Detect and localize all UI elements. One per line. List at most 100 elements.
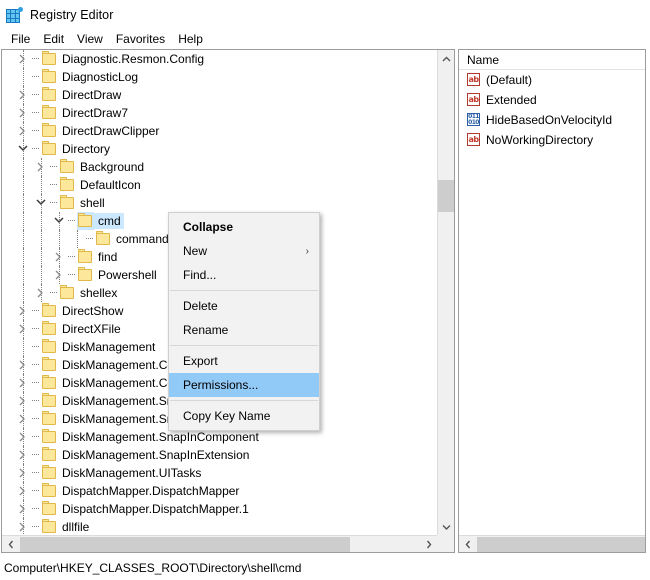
tree-item-shell[interactable]: shell bbox=[2, 194, 436, 212]
chevron-right-icon[interactable] bbox=[15, 446, 31, 464]
chevron-down-icon[interactable] bbox=[33, 194, 49, 212]
tree-connector bbox=[31, 50, 41, 68]
tree-item-dispatchmapper-dispatchmapper[interactable]: DispatchMapper.DispatchMapper bbox=[2, 482, 436, 500]
registry-editor-icon bbox=[6, 7, 23, 23]
values-hscroll-thumb[interactable] bbox=[477, 537, 645, 552]
context-menu-item-label: Rename bbox=[183, 323, 229, 337]
tree-item-dispatchmapper-dispatchmapper-1[interactable]: DispatchMapper.DispatchMapper.1 bbox=[2, 500, 436, 518]
context-menu-item-new[interactable]: New › bbox=[169, 239, 319, 263]
chevron-down-icon[interactable] bbox=[51, 212, 67, 230]
registry-values-list[interactable]: ab (Default) ab Extended 011 010 HideBasedOnVe… bbox=[459, 70, 645, 150]
tree-connector bbox=[67, 248, 77, 266]
tree-leaf-spacer bbox=[15, 68, 31, 86]
menu-file[interactable]: File bbox=[6, 31, 38, 48]
tree-item-label: DiskManagement.SnapInComponent bbox=[62, 430, 259, 444]
tree-item-dllfile[interactable]: dllfile bbox=[2, 518, 436, 535]
tree-item-directdraw7[interactable]: DirectDraw7 bbox=[2, 104, 436, 122]
tree-item-label: find bbox=[98, 250, 118, 264]
scroll-right-icon[interactable] bbox=[420, 536, 437, 552]
chevron-right-icon[interactable] bbox=[51, 248, 67, 266]
chevron-right-icon[interactable] bbox=[33, 284, 49, 302]
tree-item-diskmanagement-snapinextension[interactable]: DiskManagement.SnapInExtension bbox=[2, 446, 436, 464]
tree-item-diskmanagement-uitasks[interactable]: DiskManagement.UITasks bbox=[2, 464, 436, 482]
context-menu-item-label: Permissions... bbox=[183, 378, 259, 392]
tree-horizontal-scrollbar[interactable] bbox=[2, 535, 454, 552]
chevron-right-icon[interactable] bbox=[15, 410, 31, 428]
menu-favorites[interactable]: Favorites bbox=[111, 31, 173, 48]
tree-connector bbox=[31, 392, 41, 410]
values-horizontal-scrollbar[interactable] bbox=[459, 535, 645, 552]
folder-icon bbox=[77, 248, 94, 266]
context-menu-item-find[interactable]: Find... bbox=[169, 263, 319, 287]
chevron-right-icon[interactable] bbox=[15, 356, 31, 374]
chevron-right-icon[interactable] bbox=[15, 374, 31, 392]
registry-key-context-menu[interactable]: Collapse New › Find... Delete Rename Export Per… bbox=[168, 212, 320, 431]
tree-vertical-scrollbar[interactable] bbox=[437, 50, 454, 535]
tree-guide-line bbox=[23, 176, 24, 194]
chevron-right-icon[interactable] bbox=[15, 500, 31, 518]
chevron-down-icon[interactable] bbox=[15, 140, 31, 158]
tree-connector bbox=[31, 464, 41, 482]
scroll-left-icon[interactable] bbox=[2, 536, 19, 552]
context-menu-item-rename[interactable]: Rename bbox=[169, 318, 319, 342]
chevron-right-icon[interactable] bbox=[15, 302, 31, 320]
menu-separator bbox=[170, 400, 318, 401]
chevron-right-icon[interactable] bbox=[15, 392, 31, 410]
folder-icon bbox=[41, 104, 58, 122]
chevron-right-icon[interactable] bbox=[15, 518, 31, 535]
tree-guide-line bbox=[23, 158, 24, 176]
chevron-right-icon[interactable] bbox=[15, 122, 31, 140]
menu-help[interactable]: Help bbox=[173, 31, 211, 48]
values-scroll-left-icon[interactable] bbox=[459, 536, 476, 552]
tree-item-label: dllfile bbox=[62, 520, 90, 534]
value-row[interactable]: 011 010 HideBasedOnVelocityId bbox=[459, 110, 645, 130]
menu-view[interactable]: View bbox=[72, 31, 111, 48]
tree-item-directdrawclipper[interactable]: DirectDrawClipper bbox=[2, 122, 436, 140]
context-menu-item-delete[interactable]: Delete bbox=[169, 294, 319, 318]
chevron-right-icon[interactable] bbox=[51, 266, 67, 284]
context-menu-item-export[interactable]: Export bbox=[169, 349, 319, 373]
tree-item-directory[interactable]: Directory bbox=[2, 140, 436, 158]
chevron-right-icon: › bbox=[305, 245, 309, 257]
menu-edit[interactable]: Edit bbox=[38, 31, 72, 48]
chevron-right-icon[interactable] bbox=[15, 428, 31, 446]
tree-item-defaulticon[interactable]: DefaultIcon bbox=[2, 176, 436, 194]
value-row[interactable]: ab NoWorkingDirectory bbox=[459, 130, 645, 150]
context-menu-item-permissions[interactable]: Permissions... bbox=[169, 373, 319, 397]
tree-item-diagnosticlog[interactable]: DiagnosticLog bbox=[2, 68, 436, 86]
chevron-right-icon[interactable] bbox=[15, 104, 31, 122]
scroll-up-icon[interactable] bbox=[438, 50, 455, 67]
chevron-right-icon[interactable] bbox=[15, 320, 31, 338]
chevron-right-icon[interactable] bbox=[15, 482, 31, 500]
tree-item-label: command bbox=[116, 232, 169, 246]
tree-connector bbox=[31, 86, 41, 104]
tree-leaf-spacer bbox=[15, 338, 31, 356]
value-row[interactable]: ab (Default) bbox=[459, 70, 645, 90]
registry-values-pane: Name ab (Default) ab Extended 011 010 HideBase… bbox=[458, 49, 646, 553]
tree-connector bbox=[31, 302, 41, 320]
tree-scroll-thumb[interactable] bbox=[438, 180, 454, 212]
tree-item-diagnostic-resmon-config[interactable]: Diagnostic.Resmon.Config bbox=[2, 50, 436, 68]
value-name: (Default) bbox=[486, 73, 533, 87]
chevron-right-icon[interactable] bbox=[15, 86, 31, 104]
value-row[interactable]: ab Extended bbox=[459, 90, 645, 110]
status-bar: Computer\HKEY_CLASSES_ROOT\Directory\she… bbox=[0, 556, 650, 580]
chevron-right-icon[interactable] bbox=[15, 464, 31, 482]
tree-item-label: DiskManagement.UITasks bbox=[62, 466, 202, 480]
tree-item-label: Background bbox=[80, 160, 145, 174]
context-menu-item-collapse[interactable]: Collapse bbox=[169, 215, 319, 239]
tree-item-directdraw[interactable]: DirectDraw bbox=[2, 86, 436, 104]
folder-icon bbox=[95, 230, 112, 248]
folder-icon bbox=[41, 356, 58, 374]
scroll-down-icon[interactable] bbox=[438, 518, 455, 535]
tree-hscroll-thumb[interactable] bbox=[20, 537, 350, 552]
tree-connector bbox=[31, 356, 41, 374]
chevron-right-icon[interactable] bbox=[15, 50, 31, 68]
tree-item-background[interactable]: Background bbox=[2, 158, 436, 176]
context-menu-item-copy-key-name[interactable]: Copy Key Name bbox=[169, 404, 319, 428]
values-column-header[interactable]: Name bbox=[459, 50, 645, 70]
value-name: Extended bbox=[486, 93, 537, 107]
chevron-right-icon[interactable] bbox=[33, 158, 49, 176]
folder-icon bbox=[41, 392, 58, 410]
column-header-name: Name bbox=[467, 52, 500, 67]
